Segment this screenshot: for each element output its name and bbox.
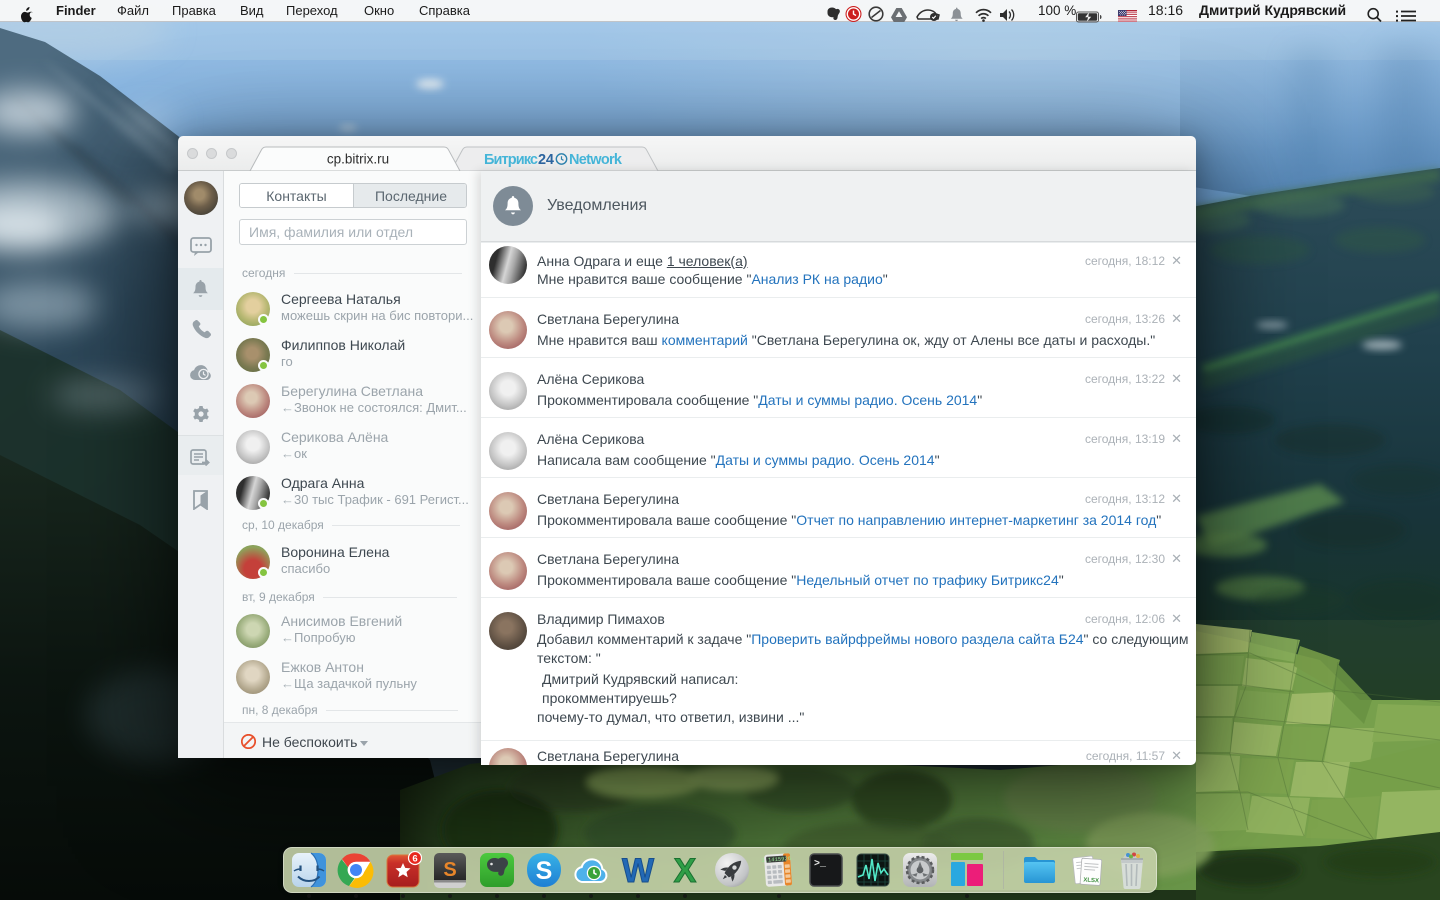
svg-text:>_: >_ [814, 859, 827, 870]
svg-text:24: 24 [538, 152, 554, 168]
svg-text:XLSX: XLSX [1083, 877, 1099, 884]
svg-text:X: X [674, 852, 697, 889]
svg-text:S: S [536, 857, 553, 885]
svg-text:W: W [622, 852, 655, 889]
svg-text:cp.bitrix.ru: cp.bitrix.ru [327, 152, 389, 167]
svg-text:S: S [443, 859, 456, 881]
svg-text:6: 6 [412, 854, 417, 865]
svg-text:Битрикс: Битрикс [484, 152, 538, 168]
svg-text:Network: Network [569, 152, 623, 168]
